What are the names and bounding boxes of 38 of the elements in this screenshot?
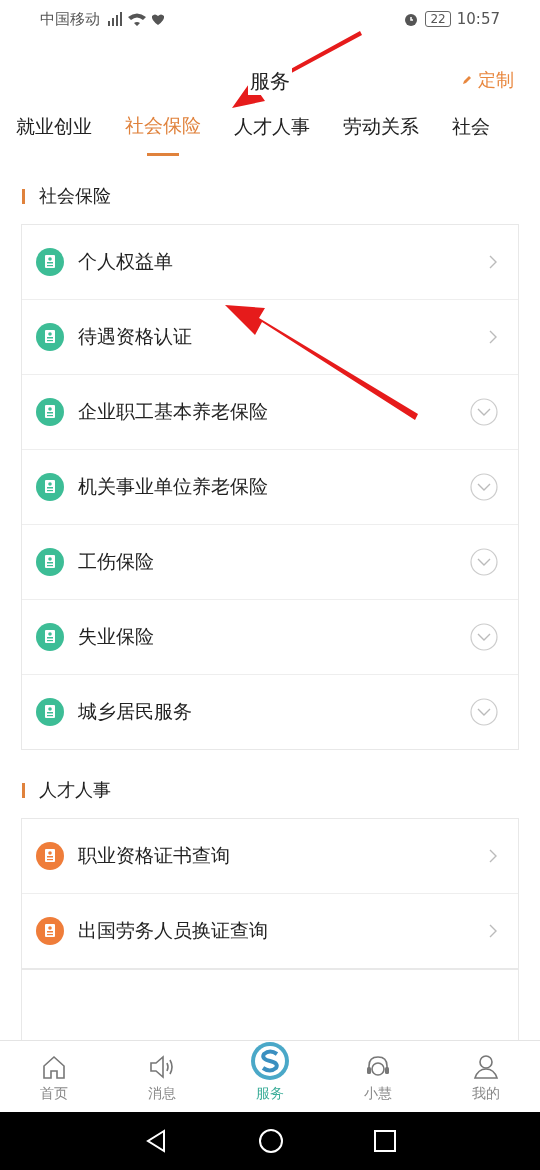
nav-tab[interactable]: 我的 <box>446 1041 526 1113</box>
category-tab[interactable]: 人才人事 <box>234 110 310 156</box>
chevron-right-icon <box>488 254 498 270</box>
category-tab[interactable]: 劳动关系 <box>343 110 419 156</box>
service-item[interactable]: 工伤保险 <box>22 525 518 600</box>
home-button-icon[interactable] <box>258 1128 284 1154</box>
recent-apps-icon[interactable] <box>374 1130 396 1152</box>
home-icon <box>40 1053 68 1081</box>
status-time: 10:57 <box>456 10 500 28</box>
category-tab[interactable]: 就业创业 <box>16 110 92 156</box>
expand-icon <box>470 398 498 426</box>
chevron-right-icon <box>488 329 498 345</box>
nav-tab[interactable]: 小慧 <box>338 1041 418 1113</box>
service-item[interactable]: 个人权益单 <box>22 225 518 300</box>
chevron-right-icon <box>488 923 498 939</box>
expand-icon <box>470 548 498 576</box>
page-title: 服务 <box>248 67 292 95</box>
battery-indicator: 22 <box>425 11 451 27</box>
person-icon <box>472 1053 500 1081</box>
service-item[interactable]: 职业资格证书查询 <box>22 819 518 894</box>
speaker-icon <box>148 1053 176 1081</box>
service-item[interactable]: 城乡居民服务 <box>22 675 518 749</box>
service-item[interactable]: 出国劳务人员换证查询 <box>22 894 518 968</box>
back-icon[interactable] <box>144 1129 168 1153</box>
pencil-icon <box>462 75 472 85</box>
carrier-name: 中国移动 <box>40 9 100 29</box>
service-item[interactable]: 失业保险 <box>22 600 518 675</box>
nav-tab[interactable]: 首页 <box>14 1041 94 1113</box>
expand-icon <box>470 698 498 726</box>
service-item[interactable]: 机关事业单位养老保险 <box>22 450 518 525</box>
section-title: 人才人事 <box>39 778 111 802</box>
nav-tab[interactable]: 消息 <box>122 1041 202 1113</box>
expand-icon <box>470 623 498 651</box>
category-tab[interactable]: 社会 <box>452 110 490 156</box>
section-title: 社会保险 <box>39 184 111 208</box>
chevron-right-icon <box>488 848 498 864</box>
expand-icon <box>470 473 498 501</box>
alarm-icon <box>403 11 420 27</box>
